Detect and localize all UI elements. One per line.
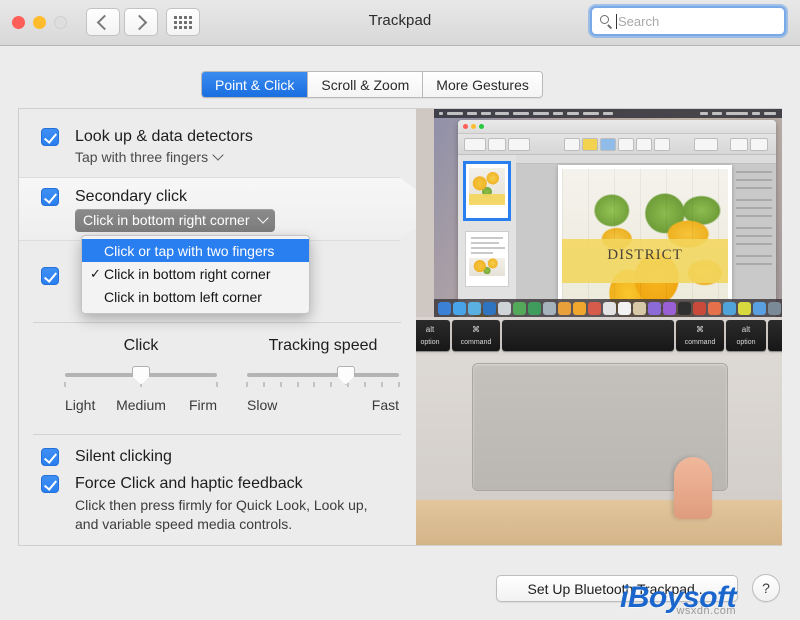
document-title-text: DISTRICT <box>607 247 683 263</box>
click-label-firm: Firm <box>189 397 217 413</box>
alt-glyph: alt <box>741 325 751 334</box>
secondary-click-dropdown-menu: Click or tap with two fingers ✓ Click in… <box>81 235 310 314</box>
command-glyph: ⌘ <box>472 325 480 334</box>
option-label-silent-clicking: Silent clicking <box>75 448 172 465</box>
key-option-left: alt option <box>416 320 450 351</box>
set-up-bluetooth-trackpad-button[interactable]: Set Up Bluetooth Trackpad... <box>496 575 738 602</box>
document-title-band: DISTRICT <box>562 239 728 283</box>
finger-pointing-bottom-right-corner <box>674 457 712 519</box>
window-titlebar: Trackpad Search <box>0 0 800 46</box>
option-force-click[interactable]: Force Click and haptic feedback Click th… <box>41 475 368 534</box>
click-pressure-slider[interactable]: Click Light Medium Firm <box>64 337 218 415</box>
tracking-slider-track[interactable] <box>247 373 399 377</box>
help-button[interactable]: ? <box>752 574 780 602</box>
chevron-down-icon <box>212 149 224 161</box>
pages-app-window: DISTRICT <box>458 120 776 317</box>
secondary-click-selected-value: Click in bottom right corner <box>83 212 250 228</box>
option-label-look-up: Look up & data detectors <box>75 128 253 145</box>
wooden-desk-surface <box>416 500 782 545</box>
trackpad-preferences-window: Trackpad Search Point & Click Scroll & Z… <box>0 0 800 620</box>
pages-canvas: DISTRICT <box>516 155 776 317</box>
option-look-up-and-data-detectors[interactable]: Look up & data detectors Tap with three … <box>41 128 253 165</box>
macbook-screen: DISTRICT <box>434 109 782 317</box>
alt-glyph: alt <box>425 325 435 334</box>
search-icon <box>600 14 613 28</box>
checkbox-look-up[interactable] <box>41 128 59 146</box>
click-slider-title: Click <box>123 337 159 354</box>
search-placeholder: Search <box>618 13 660 29</box>
key-command-right: ⌘ command <box>676 320 724 351</box>
pages-page-thumbnails <box>458 155 517 317</box>
options-column: Look up & data detectors Tap with three … <box>19 109 441 545</box>
tracking-label-fast: Fast <box>371 397 399 413</box>
checkbox-force-click[interactable] <box>41 475 59 493</box>
key-option-right: alt option <box>726 320 766 351</box>
pages-inspector-panel <box>734 167 774 315</box>
pages-toolbar <box>458 134 776 155</box>
macos-dock <box>434 299 782 317</box>
look-up-gesture-popup[interactable]: Tap with three fingers <box>75 149 253 165</box>
checkbox-silent-clicking[interactable] <box>41 448 59 466</box>
tracking-speed-slider[interactable]: Tracking speed Slow Fast <box>246 337 400 415</box>
mac-menu-bar <box>434 109 782 118</box>
divider-top <box>33 322 401 323</box>
key-spacebar <box>502 320 674 351</box>
key-command-left: ⌘ command <box>452 320 500 351</box>
text-caret <box>616 13 617 29</box>
macbook-keyboard-row: alt option ⌘ command ⌘ command alt optio… <box>416 317 782 355</box>
tab-more-gestures[interactable]: More Gestures <box>423 72 542 97</box>
tracking-slider-ticks <box>246 382 400 387</box>
look-up-gesture-label: Tap with three fingers <box>75 149 209 165</box>
menu-checkmark-icon: ✓ <box>90 266 101 281</box>
tracking-label-slow: Slow <box>247 397 278 413</box>
tracking-slider-labels: Slow Fast <box>247 397 399 415</box>
menu-item-click-bottom-left[interactable]: Click in bottom left corner <box>82 285 309 308</box>
tab-scroll-and-zoom[interactable]: Scroll & Zoom <box>308 72 424 97</box>
option-label-secondary-click: Secondary click <box>75 188 188 205</box>
checkbox-secondary-click[interactable] <box>41 188 59 206</box>
secondary-click-popup-button[interactable]: Click in bottom right corner <box>75 209 275 232</box>
tracking-slider-title: Tracking speed <box>268 337 378 354</box>
checkbox-tap-to-click[interactable] <box>41 267 59 285</box>
key-arrow <box>768 320 782 351</box>
click-slider-labels: Light Medium Firm <box>65 397 217 415</box>
pages-ruler <box>516 155 776 164</box>
menu-item-click-or-tap-two-fingers[interactable]: Click or tap with two fingers <box>82 239 309 262</box>
divider-bottom <box>33 434 401 435</box>
tab-point-and-click[interactable]: Point & Click <box>202 72 309 97</box>
force-click-description: Click then press firmly for Quick Look, … <box>75 497 368 532</box>
option-tap-to-click[interactable] <box>41 267 59 285</box>
pages-document: DISTRICT <box>558 165 732 317</box>
option-secondary-click[interactable]: Secondary click Click in bottom right co… <box>41 188 275 232</box>
chevron-down-icon <box>256 212 269 224</box>
preferences-panel: Look up & data detectors Tap with three … <box>18 108 782 546</box>
menu-item-click-bottom-right[interactable]: ✓ Click in bottom right corner <box>82 262 309 285</box>
command-glyph: ⌘ <box>696 325 704 334</box>
search-field[interactable]: Search <box>590 6 786 36</box>
segmented-tabs: Point & Click Scroll & Zoom More Gesture… <box>201 71 543 98</box>
trackpad-demo-photo: DISTRICT alt option ⌘ command ⌘ command … <box>416 109 782 545</box>
watermark-domain: wsxdn.com <box>676 605 736 617</box>
page-thumbnail-2 <box>465 231 509 287</box>
pages-titlebar <box>458 120 776 134</box>
option-silent-clicking[interactable]: Silent clicking <box>41 448 172 466</box>
click-label-light: Light <box>65 397 96 413</box>
option-label-force-click: Force Click and haptic feedback <box>75 475 303 492</box>
click-label-medium: Medium <box>116 397 166 413</box>
page-thumbnail-1 <box>463 161 511 221</box>
